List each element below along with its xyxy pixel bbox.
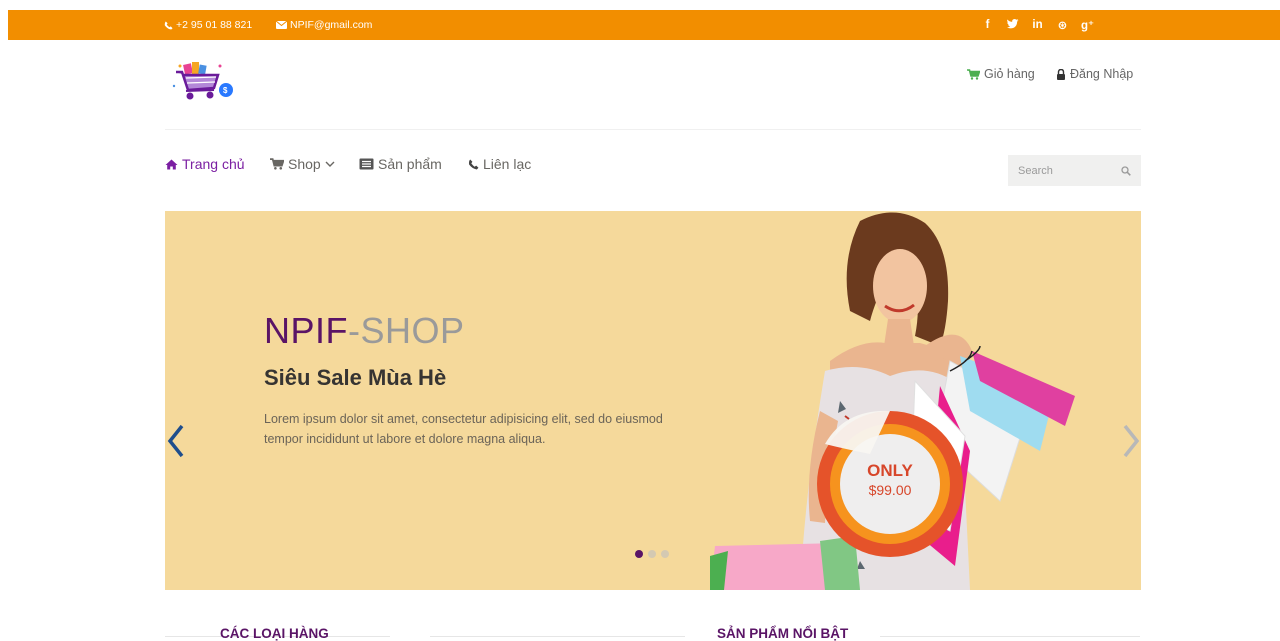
cart-label: Giỏ hàng xyxy=(984,67,1035,81)
email-address: NPIF@gmail.com xyxy=(290,19,373,31)
phone-icon xyxy=(468,159,479,169)
featured-heading: SẢN PHẨM NỔI BẬT xyxy=(713,626,853,641)
login-label: Đăng Nhập xyxy=(1070,67,1134,81)
envelope-icon xyxy=(276,21,287,29)
home-icon xyxy=(165,159,178,169)
twitter-icon[interactable] xyxy=(1001,18,1024,32)
facebook-icon[interactable]: f xyxy=(976,19,999,31)
categories-heading: CÁC LOẠI HÀNG xyxy=(220,626,329,641)
slider-dot-1[interactable] xyxy=(635,550,643,558)
cart-link[interactable]: Giỏ hàng xyxy=(967,67,1035,81)
top-bar: +2 95 01 88 821 NPIF@gmail.com f in ⊛ g⁺ xyxy=(8,10,1280,40)
nav-item-contact[interactable]: Liên lạc xyxy=(468,156,531,172)
hero-slider: NPIF-SHOP Siêu Sale Mùa Hè Lorem ipsum d… xyxy=(165,211,1141,590)
nav-item-products[interactable]: Sản phẩm xyxy=(359,156,442,172)
phone-contact[interactable]: +2 95 01 88 821 xyxy=(164,10,252,40)
svg-text:$: $ xyxy=(223,86,228,95)
header-divider xyxy=(165,129,1141,130)
phone-number: +2 95 01 88 821 xyxy=(176,19,253,31)
slider-pagination xyxy=(635,550,674,558)
cart-icon xyxy=(967,68,980,80)
slider-prev-arrow[interactable] xyxy=(167,421,187,461)
brand-part-1: NPIF xyxy=(264,310,349,351)
nav-item-home[interactable]: Trang chủ xyxy=(165,156,245,172)
login-link[interactable]: Đăng Nhập xyxy=(1056,67,1133,81)
dribbble-icon[interactable]: ⊛ xyxy=(1051,18,1074,32)
nav-item-shop[interactable]: Shop xyxy=(270,156,339,172)
slide-slogan: Siêu Sale Mùa Hè xyxy=(264,365,447,390)
badge-price: $99.00 xyxy=(868,482,912,498)
shop-logo[interactable]: $ xyxy=(170,58,238,108)
social-links: f in ⊛ g⁺ xyxy=(976,10,1101,40)
email-contact[interactable]: NPIF@gmail.com xyxy=(276,10,372,40)
nav-label-products: Sản phẩm xyxy=(378,156,442,172)
search-icon[interactable] xyxy=(1121,165,1131,176)
featured-divider-line xyxy=(880,636,1140,637)
search-box[interactable]: Search xyxy=(1008,155,1141,186)
nav-label-contact: Liên lạc xyxy=(483,156,532,172)
left-divider-line xyxy=(430,636,685,637)
list-icon xyxy=(359,158,374,170)
lock-icon xyxy=(1057,68,1065,80)
nav-label-home: Trang chủ xyxy=(182,156,245,172)
slide-description: Lorem ipsum dolor sit amet, consectetur … xyxy=(264,412,663,446)
brand-part-2: -SHOP xyxy=(348,310,465,351)
slide-brand: NPIF-SHOP xyxy=(264,310,465,352)
chevron-down-icon xyxy=(325,161,335,167)
slider-dot-3[interactable] xyxy=(661,550,669,558)
phone-icon xyxy=(164,20,173,30)
slider-next-arrow[interactable] xyxy=(1120,421,1140,461)
badge-only-label: ONLY xyxy=(867,461,913,480)
price-badge-text: ONLY $99.00 xyxy=(815,461,965,498)
search-input[interactable]: Search xyxy=(1018,165,1053,177)
cart-icon xyxy=(270,158,284,170)
linkedin-icon[interactable]: in xyxy=(1026,19,1049,31)
slider-dot-2[interactable] xyxy=(648,550,656,558)
nav-label-shop: Shop xyxy=(288,156,321,172)
google-plus-icon[interactable]: g⁺ xyxy=(1076,18,1099,32)
